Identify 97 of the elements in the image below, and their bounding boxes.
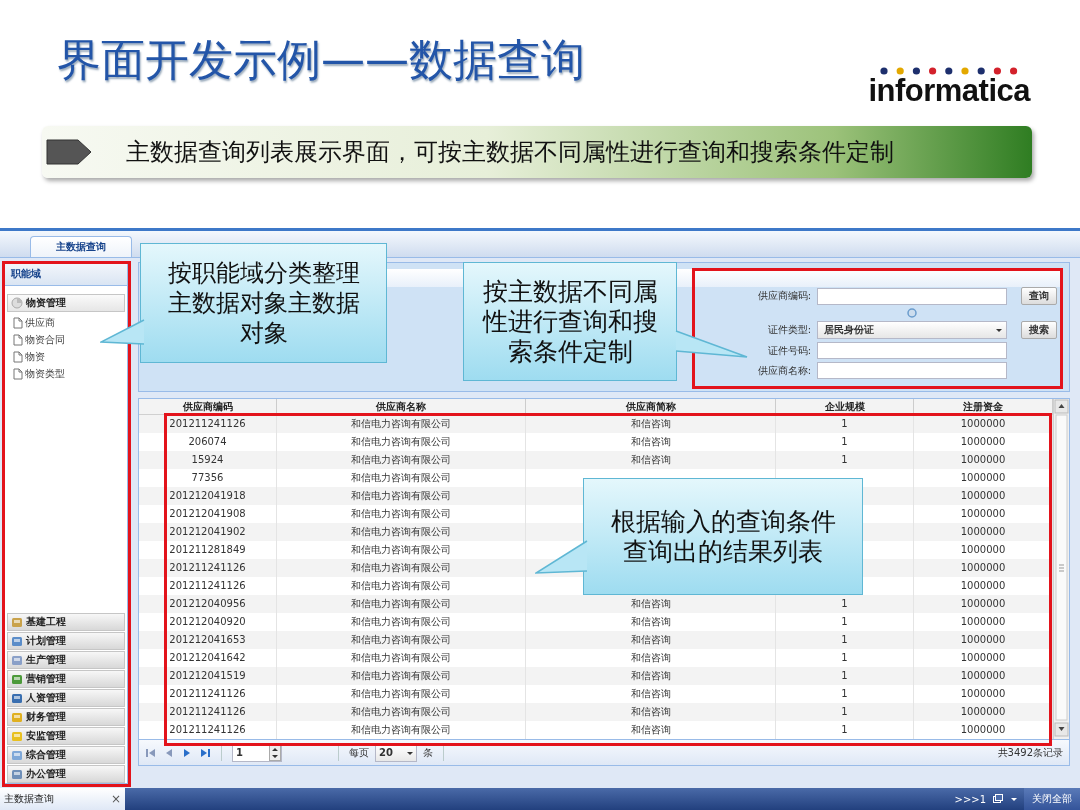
table-cell: 和信电力咨询有限公司 — [277, 721, 526, 739]
query-button[interactable]: 查询 — [1021, 287, 1057, 305]
module-icon — [11, 692, 23, 704]
table-cell: 1 — [776, 415, 914, 433]
column-header[interactable]: 供应商简称 — [526, 399, 776, 414]
input-field[interactable] — [817, 342, 1007, 359]
accordion-header[interactable]: 营销管理 — [7, 670, 125, 688]
callout-text: 按主数据不同属性进行查询和搜索条件定制 — [481, 276, 659, 367]
tree-item[interactable]: 物资 — [25, 349, 45, 364]
field-label: 供应商编码: — [756, 289, 811, 303]
per-page-label: 每页 — [349, 745, 369, 760]
window-count[interactable]: >>>1 — [954, 793, 986, 805]
tree-item[interactable]: 物资类型 — [25, 366, 65, 381]
column-header[interactable]: 企业规模 — [776, 399, 914, 414]
table-cell: 和信电力咨询有限公司 — [277, 667, 526, 685]
accordion-header[interactable]: 计划管理 — [7, 632, 125, 650]
type-dropdown[interactable]: 居民身份证 — [817, 321, 1007, 339]
module-icon — [11, 654, 23, 666]
module-icon — [11, 749, 23, 761]
column-header[interactable]: 供应商名称 — [277, 399, 526, 414]
document-icon — [13, 350, 23, 363]
field-label: 证件类型: — [766, 323, 811, 337]
last-page-icon[interactable] — [199, 746, 211, 759]
document-icon — [13, 333, 23, 346]
table-cell: 和信咨询 — [526, 703, 776, 721]
record-count: 共3492条记录 — [997, 745, 1063, 760]
field-label: 证件号码: — [766, 343, 811, 358]
accordion-header[interactable]: 物资管理 — [7, 294, 125, 312]
table-cell: 和信电力咨询有限公司 — [277, 415, 526, 433]
disc-icon — [11, 297, 23, 309]
tab[interactable]: 主数据查询 — [30, 236, 132, 257]
arrow-icon — [46, 137, 92, 167]
table-cell: 1 — [776, 451, 914, 469]
accordion-header[interactable]: 综合管理 — [7, 746, 125, 764]
table-cell: 和信电力咨询有限公司 — [277, 487, 526, 505]
module-icon — [11, 730, 23, 742]
logo: informatica — [868, 76, 1030, 106]
table-cell: 201211241126 — [139, 703, 277, 721]
document-icon — [13, 316, 23, 329]
module-icon — [11, 635, 23, 647]
first-page-icon[interactable] — [145, 746, 157, 759]
table-cell: 1 — [776, 703, 914, 721]
table-cell: 201212041902 — [139, 523, 277, 541]
table-cell: 和信电力咨询有限公司 — [277, 703, 526, 721]
table-cell: 和信电力咨询有限公司 — [277, 631, 526, 649]
accordion-header[interactable]: 生产管理 — [7, 651, 125, 669]
module-icon — [11, 711, 23, 723]
close-button[interactable]: × — [110, 792, 121, 806]
document-icon — [13, 367, 23, 380]
accordion-header[interactable]: 安监管理 — [7, 727, 125, 745]
panel-title: 职能域 — [5, 263, 127, 286]
scrollbar[interactable] — [1054, 399, 1069, 737]
table-cell: 和信咨询 — [526, 667, 776, 685]
table-cell: 和信电力咨询有限公司 — [277, 451, 526, 469]
table-cell: 201211241126 — [139, 415, 277, 433]
slide-title: 界面开发示例——数据查询 — [57, 33, 585, 87]
table-cell: 和信电力咨询有限公司 — [277, 523, 526, 541]
window-icon[interactable] — [992, 793, 1004, 805]
callout-text: 根据输入的查询条件查询出的结果列表 — [609, 506, 837, 567]
callout-text: 按职能域分类整理主数据对象主数据对象 — [166, 258, 361, 348]
close-all-button[interactable]: 关闭全部 — [1024, 788, 1080, 810]
collapse-handle-icon[interactable] — [907, 308, 917, 318]
banner-text: 主数据查询列表展示界面，可按主数据不同属性进行查询和搜索条件定制 — [126, 137, 894, 168]
accordion-header[interactable]: 基建工程 — [7, 613, 125, 631]
task-tab[interactable]: 主数据查询 × — [0, 788, 125, 810]
table-cell: 201212041653 — [139, 631, 277, 649]
table-cell: 和信咨询 — [526, 415, 776, 433]
table-cell: 和信电力咨询有限公司 — [277, 595, 526, 613]
accordion-header[interactable]: 办公管理 — [7, 765, 125, 783]
module-icon — [11, 673, 23, 685]
table-cell: 15924 — [139, 451, 277, 469]
input-field[interactable] — [817, 287, 1007, 305]
tree-item[interactable]: 物资合同 — [25, 332, 65, 347]
column-header[interactable]: 供应商编码 — [139, 399, 277, 414]
table-cell: 1 — [776, 721, 914, 739]
table-cell: 201211241126 — [139, 559, 277, 577]
table-cell: 201212040956 — [139, 595, 277, 613]
field-label: 供应商名称: — [756, 363, 811, 378]
search-button[interactable]: 搜索 — [1021, 321, 1057, 339]
accordion-header[interactable]: 财务管理 — [7, 708, 125, 726]
table-cell: 和信咨询 — [526, 631, 776, 649]
spinner-icon[interactable] — [269, 744, 281, 761]
tree-item[interactable]: 供应商 — [25, 315, 55, 330]
accordion-header[interactable]: 人资管理 — [7, 689, 125, 707]
table-cell: 和信咨询 — [526, 451, 776, 469]
table-cell: 1 — [776, 667, 914, 685]
dots-icon — [879, 66, 1020, 76]
table-cell: 201212041918 — [139, 487, 277, 505]
table-cell: 和信咨询 — [526, 721, 776, 739]
unit-label: 条 — [423, 745, 433, 760]
table-cell: 201212041519 — [139, 667, 277, 685]
module-icon — [11, 616, 23, 628]
table-cell: 1 — [776, 631, 914, 649]
module-icon — [11, 768, 23, 780]
input-field[interactable] — [817, 362, 1007, 379]
table-cell: 201211241126 — [139, 721, 277, 739]
table-cell: 和信电力咨询有限公司 — [277, 559, 526, 577]
